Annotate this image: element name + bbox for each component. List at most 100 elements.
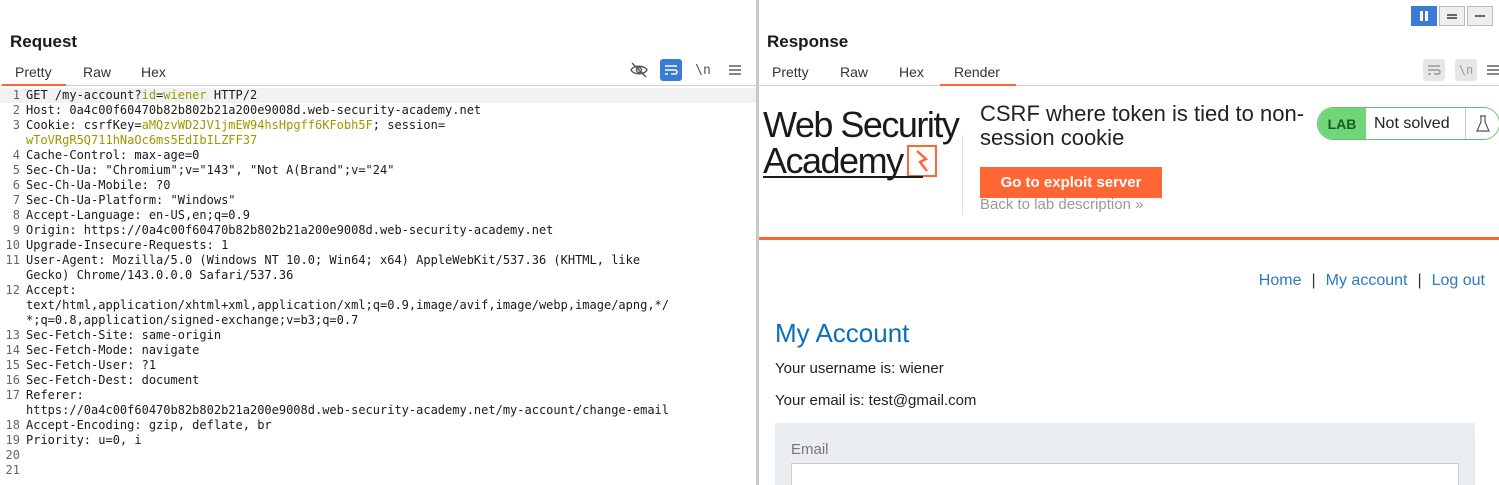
line-code: wToVRgR5Q711hNaOc6ms5EdIbILZFF37 — [26, 133, 257, 148]
academy-logo[interactable]: Web Security Academy — [763, 107, 961, 179]
stacked-layout-icon[interactable] — [1439, 6, 1465, 26]
side-by-side-layout-icon[interactable] — [1411, 6, 1437, 26]
header-text: Referer: — [26, 388, 84, 402]
line-number: 2 — [12, 103, 20, 117]
header-text: session — [387, 118, 438, 132]
header-text: https://0a4c00f60470b82b802b21a200e9008d… — [26, 403, 669, 417]
nav-log-out[interactable]: Log out — [1432, 272, 1485, 290]
header-separator — [962, 135, 963, 215]
nav-separator: | — [1417, 272, 1422, 289]
editor-line[interactable]: 5 Sec-Ch-Ua: "Chromium";v="143", "Not A(B… — [0, 163, 756, 178]
line-code: Sec-Fetch-Mode: navigate — [26, 343, 199, 358]
word-wrap-icon[interactable] — [660, 59, 682, 81]
editor-line[interactable]: text/html,application/xhtml+xml,applicat… — [0, 298, 756, 313]
editor-line[interactable]: 6 Sec-Ch-Ua-Mobile: ?0 — [0, 178, 756, 193]
exploit-server-button[interactable]: Go to exploit server — [980, 167, 1162, 198]
editor-line[interactable]: 16 Sec-Fetch-Dest: document — [0, 373, 756, 388]
request-toolbar: \n — [628, 59, 746, 81]
editor-line[interactable]: 10 Upgrade-Insecure-Requests: 1 — [0, 238, 756, 253]
email-label: Email — [791, 441, 829, 458]
page-heading: My Account — [775, 318, 910, 348]
site-nav: Home | My account | Log out — [1259, 272, 1485, 290]
editor-line[interactable]: 11 User-Agent: Mozilla/5.0 (Windows NT 10… — [0, 253, 756, 268]
editor-line[interactable]: 3 Cookie: csrfKey=aMQzvWD2JV1jmEW94hsHpgf… — [0, 118, 756, 133]
header-text: Sec-Ch-Ua-Mobile: ?0 — [26, 178, 171, 192]
lab-title: CSRF where token is tied to non-session … — [980, 101, 1305, 150]
tab-hex[interactable]: Hex — [899, 64, 924, 80]
nav-my-account[interactable]: My account — [1326, 272, 1408, 290]
editor-line[interactable]: 17 Referer: — [0, 388, 756, 403]
request-editor[interactable]: 1 GET /my-account?id=wiener HTTP/2 2 Host: … — [0, 88, 756, 485]
header-text: Cache-Control: max-age=0 — [26, 148, 200, 162]
editor-line[interactable]: 7 Sec-Ch-Ua-Platform: "Windows" — [0, 193, 756, 208]
active-tab-underline — [940, 84, 1016, 86]
header-text: Sec-Fetch-Mode: navigate — [26, 343, 200, 357]
line-number — [0, 298, 26, 313]
line-code: Upgrade-Insecure-Requests: 1 — [26, 238, 228, 253]
editor-line[interactable]: 1 GET /my-account?id=wiener HTTP/2 — [0, 88, 756, 103]
line-code: text/html,application/xhtml+xml,applicat… — [26, 298, 669, 313]
line-number: 20 — [5, 448, 20, 462]
email-input[interactable] — [791, 463, 1459, 485]
tab-raw[interactable]: Raw — [840, 64, 868, 80]
line-number: 21 — [5, 463, 20, 477]
newline-icon[interactable]: \n — [692, 59, 714, 81]
nav-home[interactable]: Home — [1259, 272, 1302, 290]
tab-render[interactable]: Render — [954, 64, 1000, 80]
editor-line[interactable]: 12 Accept: — [0, 283, 756, 298]
logo-text-line2: Academy — [763, 140, 904, 181]
line-code: Cookie: csrfKey=aMQzvWD2JV1jmEW94hsHpgff… — [26, 118, 445, 133]
chevron-right-icon: » — [1135, 196, 1144, 213]
editor-line[interactable]: 15 Sec-Fetch-User: ?1 — [0, 358, 756, 373]
line-number: 17 — [5, 388, 20, 402]
line-code: Cache-Control: max-age=0 — [26, 148, 199, 163]
editor-line[interactable]: 8 Accept-Language: en-US,en;q=0.9 — [0, 208, 756, 223]
logo-underline — [763, 176, 923, 178]
back-to-lab-link[interactable]: Back to lab description » — [980, 196, 1143, 213]
line-code: Accept-Language: en-US,en;q=0.9 — [26, 208, 250, 223]
header-text: Cookie: — [26, 118, 84, 132]
line-code: Sec-Ch-Ua: "Chromium";v="143", "Not A(Br… — [26, 163, 394, 178]
lab-tag: LAB — [1318, 108, 1366, 139]
editor-line[interactable]: wToVRgR5Q711hNaOc6ms5EdIbILZFF37 — [0, 133, 756, 148]
response-tabs: Pretty Raw Hex Render — [759, 58, 1499, 86]
editor-line[interactable]: 14 Sec-Fetch-Mode: navigate — [0, 343, 756, 358]
tab-hex[interactable]: Hex — [141, 64, 166, 80]
line-code: Priority: u=0, i — [26, 433, 142, 448]
editor-line[interactable]: 13 Sec-Fetch-Site: same-origin — [0, 328, 756, 343]
editor-line[interactable]: 20 — [0, 448, 756, 463]
header-text: Priority: u=0, i — [26, 433, 142, 447]
editor-line[interactable]: Gecko) Chrome/143.0.0.0 Safari/537.36 — [0, 268, 756, 283]
newline-icon[interactable]: \n — [1455, 59, 1477, 81]
editor-line[interactable]: 4 Cache-Control: max-age=0 — [0, 148, 756, 163]
editor-line[interactable]: 19 Priority: u=0, i — [0, 433, 756, 448]
editor-line[interactable]: 2 Host: 0a4c00f60470b82b802b21a200e9008d.… — [0, 103, 756, 118]
hide-icon[interactable] — [628, 59, 650, 81]
editor-line[interactable]: https://0a4c00f60470b82b802b21a200e9008d… — [0, 403, 756, 418]
request-title: Request — [10, 32, 78, 51]
editor-line[interactable]: 18 Accept-Encoding: gzip, deflate, br — [0, 418, 756, 433]
response-title: Response — [767, 32, 849, 51]
editor-line[interactable]: 21 — [0, 463, 756, 478]
line-code: GET /my-account?id=wiener HTTP/2 — [26, 88, 257, 103]
tab-raw[interactable]: Raw — [83, 64, 111, 80]
header-text: Sec-Fetch-User: ?1 — [26, 358, 157, 372]
line-code: https://0a4c00f60470b82b802b21a200e9008d… — [26, 403, 669, 418]
menu-icon[interactable] — [1487, 59, 1499, 81]
tab-pretty[interactable]: Pretty — [772, 64, 809, 80]
tab-pretty[interactable]: Pretty — [15, 64, 52, 80]
header-text: Sec-Fetch-Dest: document — [26, 373, 200, 387]
nav-separator: | — [1311, 272, 1316, 289]
editor-line[interactable]: *;q=0.8,application/signed-exchange;v=b3… — [0, 313, 756, 328]
line-code: Referer: — [26, 388, 84, 403]
editor-line[interactable]: 9 Origin: https://0a4c00f60470b82b802b21a… — [0, 223, 756, 238]
line-number — [0, 133, 26, 148]
line-number: 5 — [12, 163, 20, 177]
line-number: 13 — [5, 328, 20, 342]
menu-icon[interactable] — [724, 59, 746, 81]
line-code: Sec-Fetch-Site: same-origin — [26, 328, 221, 343]
header-text: Accept-Encoding: gzip, deflate, br — [26, 418, 272, 432]
word-wrap-icon[interactable] — [1423, 59, 1445, 81]
tabbed-layout-icon[interactable] — [1467, 6, 1493, 26]
logo-text-line1: Web Security — [763, 104, 960, 145]
